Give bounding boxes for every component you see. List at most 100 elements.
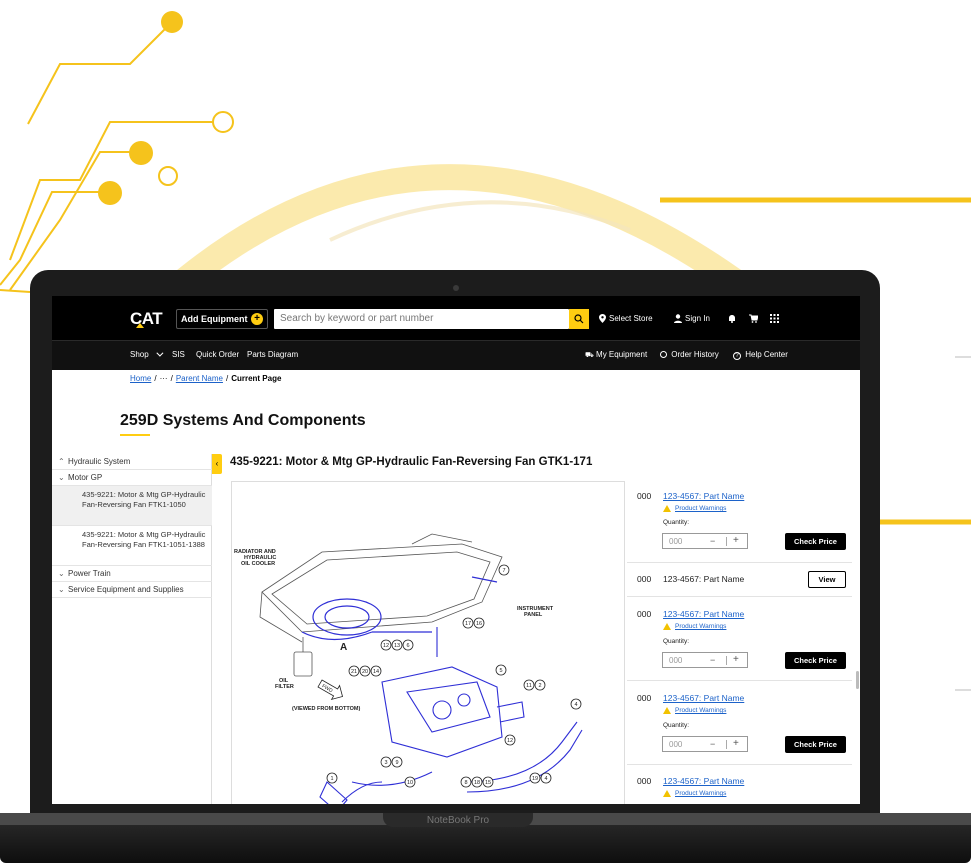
location-pin-icon	[599, 314, 606, 323]
plus-icon[interactable]: +	[733, 654, 739, 665]
notifications-button[interactable]	[728, 314, 736, 323]
minus-icon[interactable]: −	[710, 739, 715, 749]
quantity-stepper[interactable]: 000 − +	[662, 736, 748, 752]
breadcrumb-ellipsis[interactable]: ···	[160, 374, 168, 383]
label-oil-filter-2: FILTER	[275, 684, 294, 690]
sidebar-collapse-button[interactable]: ‹	[212, 454, 222, 474]
parts-list: 000 123-4567: Part Name Product Warnings…	[627, 481, 860, 804]
breadcrumb-parent[interactable]: Parent Name	[176, 374, 223, 383]
sidebar-item-power-train[interactable]: ⌄ Power Train	[52, 566, 212, 582]
plus-icon[interactable]: +	[733, 738, 739, 749]
svg-text:19: 19	[532, 776, 538, 782]
check-price-button[interactable]: Check Price	[785, 652, 846, 669]
svg-text:11: 11	[526, 683, 532, 689]
quantity-value[interactable]: 000	[669, 740, 682, 749]
part-ref-number: 000	[637, 776, 652, 786]
callout: 16	[473, 617, 485, 629]
product-warnings-label: Product Warnings	[675, 790, 727, 797]
top-header: CAT Add Equipment + Search by keyword or…	[52, 296, 860, 340]
callout: 5	[495, 664, 507, 676]
product-warnings-link[interactable]: Product Warnings	[663, 707, 726, 714]
sidebar-item-service-equipment[interactable]: ⌄ Service Equipment and Supplies	[52, 582, 212, 598]
callout: 10	[404, 776, 416, 788]
breadcrumb-home[interactable]: Home	[130, 374, 151, 383]
callout: 1	[326, 772, 338, 784]
svg-text:12: 12	[507, 738, 513, 744]
nav-parts-diagram[interactable]: Parts Diagram	[247, 350, 298, 359]
quantity-label: Quantity:	[663, 722, 690, 729]
callout: 2	[534, 679, 546, 691]
warning-icon	[663, 623, 671, 630]
quantity-stepper[interactable]: 000 − +	[662, 652, 748, 668]
callout: 9	[391, 756, 403, 768]
warning-icon	[663, 790, 671, 797]
product-warnings-link[interactable]: Product Warnings	[663, 790, 726, 797]
quantity-value[interactable]: 000	[669, 537, 682, 546]
svg-text:13: 13	[394, 643, 400, 649]
quantity-stepper[interactable]: 000 − +	[662, 533, 748, 549]
svg-text:15: 15	[485, 780, 491, 786]
select-store-link[interactable]: Select Store	[599, 314, 653, 323]
svg-text:10: 10	[407, 780, 413, 786]
diagram-illustration: RADIATOR AND HYDRAULIC OIL COOLER INSTRU…	[234, 533, 583, 804]
nav-order-history[interactable]: Order History	[660, 350, 719, 359]
svg-text:4: 4	[574, 702, 577, 708]
svg-text:12: 12	[383, 643, 389, 649]
sidebar-item-motor-gp[interactable]: ⌄ Motor GP	[52, 470, 212, 486]
search-button[interactable]	[569, 309, 589, 329]
view-button[interactable]: View	[808, 571, 846, 588]
cat-logo[interactable]: CAT	[130, 309, 163, 329]
sidebar-item-label: Service Equipment and Supplies	[68, 585, 184, 594]
part-name-link[interactable]: 123-4567: Part Name	[663, 776, 744, 786]
check-price-button[interactable]: Check Price	[785, 533, 846, 550]
plus-icon[interactable]: +	[733, 535, 739, 546]
select-store-label: Select Store	[609, 314, 653, 323]
sidebar-subitem-ftk1-1051[interactable]: 435-9221: Motor & Mtg GP-Hydraulic Fan-R…	[52, 526, 212, 566]
callout: 19	[529, 772, 541, 784]
part-name-link[interactable]: 123-4567: Part Name	[663, 491, 744, 501]
nav-help-center[interactable]: ? Help Center	[733, 350, 788, 360]
svg-text:9: 9	[395, 760, 398, 766]
apps-menu-button[interactable]	[770, 314, 779, 323]
sidebar-subitem-ftk1-1050[interactable]: 435-9221: Motor & Mtg GP-Hydraulic Fan-R…	[52, 486, 212, 526]
grid-icon	[770, 314, 779, 323]
cart-button[interactable]	[749, 314, 758, 323]
plus-icon: +	[251, 313, 263, 325]
part-name-link[interactable]: 123-4567: Part Name	[663, 693, 744, 703]
callout: 3	[380, 756, 392, 768]
page-title: 259D Systems And Components	[120, 412, 366, 429]
search-input[interactable]: Search by keyword or part number	[274, 309, 569, 329]
search-icon	[574, 314, 584, 324]
minus-icon[interactable]: −	[710, 655, 715, 665]
part-name-link[interactable]: 123-4567: Part Name	[663, 609, 744, 619]
add-equipment-button[interactable]: Add Equipment +	[176, 309, 268, 329]
label-a: A	[340, 642, 347, 653]
callout: 20	[359, 665, 371, 677]
callout: 13	[391, 639, 403, 651]
nav-my-equipment-label: My Equipment	[596, 350, 648, 359]
quantity-value[interactable]: 000	[669, 656, 682, 665]
oil-filter	[293, 637, 313, 677]
minus-icon[interactable]: −	[710, 536, 715, 546]
sidebar-item-hydraulic-system[interactable]: ⌃ Hydraulic System	[52, 454, 212, 470]
fwd-arrow: FWD	[317, 679, 344, 701]
callout: 4	[570, 698, 582, 710]
product-warnings-link[interactable]: Product Warnings	[663, 505, 726, 512]
nav-shop[interactable]: Shop	[130, 349, 164, 359]
sign-in-link[interactable]: Sign In	[674, 314, 710, 323]
parts-scrollbar[interactable]	[856, 671, 859, 689]
part-name: 123-4567: Part Name	[663, 574, 745, 584]
part-ref-number: 000	[637, 609, 652, 619]
nav-quick-order[interactable]: Quick Order	[196, 350, 239, 359]
nav-my-equipment[interactable]: ⛟ My Equipment	[585, 350, 647, 360]
parts-diagram[interactable]: RADIATOR AND HYDRAULIC OIL COOLER INSTRU…	[231, 481, 625, 804]
callout: 6	[402, 639, 414, 651]
svg-text:16: 16	[476, 621, 482, 627]
product-warnings-link[interactable]: Product Warnings	[663, 623, 726, 630]
nav-shop-label: Shop	[130, 350, 149, 359]
breadcrumb-separator: /	[170, 374, 173, 383]
nav-sis[interactable]: SIS	[172, 350, 185, 359]
check-price-button[interactable]: Check Price	[785, 736, 846, 753]
breadcrumb: Home / ··· / Parent Name / Current Page	[130, 374, 281, 383]
user-icon	[674, 314, 682, 323]
